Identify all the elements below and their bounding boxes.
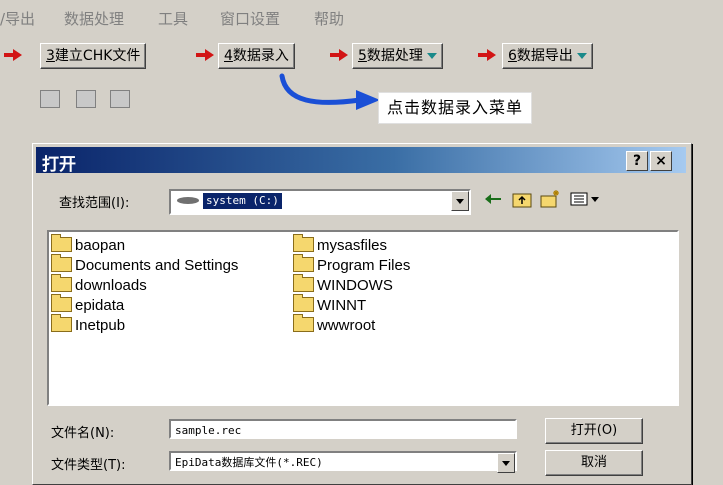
arrow-right-icon: [478, 49, 496, 61]
look-in-select[interactable]: system (C:): [169, 189, 471, 215]
dialog-title-bar[interactable]: 打开 ? ×: [36, 147, 686, 175]
folder-icon: [293, 234, 314, 252]
list-item[interactable]: Documents and Settings: [51, 254, 239, 276]
cancel-button[interactable]: 取消: [545, 450, 643, 476]
drive-icon: [177, 197, 199, 204]
list-item[interactable]: wwwroot: [293, 314, 376, 336]
button-number: 6: [508, 48, 517, 64]
view-menu-icon[interactable]: [569, 189, 603, 209]
instruction-callout: 点击数据录入菜单: [378, 92, 533, 124]
folder-icon: [293, 254, 314, 272]
filename-input[interactable]: sample.rec: [169, 419, 517, 439]
open-file-dialog: 打开 ? × 查找范围(I): system (C:) baopan Docum…: [32, 143, 692, 485]
table-icon[interactable]: [40, 90, 60, 108]
back-arrow-icon[interactable]: [483, 189, 505, 209]
folder-icon: [293, 314, 314, 332]
folder-icon: [51, 274, 72, 292]
new-folder-icon[interactable]: [539, 189, 561, 209]
close-button[interactable]: ×: [650, 151, 672, 171]
file-name: downloads: [75, 277, 147, 294]
file-name: Documents and Settings: [75, 257, 239, 274]
button-label: 数据处理: [366, 48, 423, 64]
list-item[interactable]: WINNT: [293, 294, 367, 316]
menu-import-export[interactable]: /导出: [0, 8, 35, 29]
filename-label: 文件名(N):: [51, 426, 115, 441]
tool-icon[interactable]: [110, 90, 130, 108]
list-item[interactable]: mysasfiles: [293, 234, 388, 256]
dropdown-caret-icon: [576, 53, 587, 59]
menu-bar: /导出 数据处理 工具 窗口设置 帮助: [0, 0, 723, 34]
pointer-arrow-icon: [279, 73, 380, 110]
file-name: epidata: [75, 297, 125, 314]
arrow-right-icon: [4, 49, 22, 61]
file-name: wwwroot: [317, 317, 376, 334]
folder-icon: [51, 234, 72, 252]
list-item[interactable]: WINDOWS: [293, 274, 393, 296]
button-number: 4: [224, 48, 233, 64]
arrow-right-icon: [330, 49, 348, 61]
chevron-down-icon[interactable]: [497, 453, 515, 473]
dropdown-caret-icon: [426, 53, 437, 59]
folder-icon: [51, 294, 72, 312]
look-in-value: system (C:): [203, 193, 282, 209]
open-button[interactable]: 打开(O): [545, 418, 643, 444]
menu-data-processing[interactable]: 数据处理: [64, 8, 124, 29]
file-list[interactable]: baopan Documents and Settings downloads …: [47, 230, 679, 406]
button-number: 5: [358, 48, 367, 64]
menu-window-settings[interactable]: 窗口设置: [220, 8, 280, 29]
folder-icon: [293, 294, 314, 312]
dialog-title: 打开: [42, 155, 76, 175]
up-folder-icon[interactable]: [511, 189, 533, 209]
button-label: 建立CHK文件: [54, 48, 141, 64]
button-label: 数据录入: [232, 48, 289, 64]
file-name: Inetpub: [75, 317, 126, 334]
help-button[interactable]: ?: [626, 151, 648, 171]
arrow-right-icon: [196, 49, 214, 61]
folder-icon: [51, 314, 72, 332]
file-name: Program Files: [317, 257, 411, 274]
filetype-value: EpiData数据库文件(*.REC): [175, 456, 323, 469]
button-label: 数据导出: [516, 48, 573, 64]
list-item[interactable]: Inetpub: [51, 314, 126, 336]
file-name: mysasfiles: [317, 237, 388, 254]
button-number: 3: [46, 48, 55, 64]
file-name: WINDOWS: [317, 277, 393, 294]
toolbar-button-data-processing[interactable]: 5数据处理: [352, 43, 443, 69]
list-item[interactable]: baopan: [51, 234, 126, 256]
filetype-label: 文件类型(T):: [51, 458, 126, 473]
filetype-select[interactable]: EpiData数据库文件(*.REC): [169, 451, 517, 473]
list-item[interactable]: downloads: [51, 274, 147, 296]
form-icon[interactable]: [76, 90, 96, 108]
list-item[interactable]: epidata: [51, 294, 125, 316]
menu-help[interactable]: 帮助: [314, 8, 344, 29]
file-name: baopan: [75, 237, 126, 254]
folder-icon: [293, 274, 314, 292]
chevron-down-icon[interactable]: [451, 191, 469, 211]
list-item[interactable]: Program Files: [293, 254, 411, 276]
toolbar-button-data-entry[interactable]: 4数据录入: [218, 43, 295, 69]
toolbar-button-data-export[interactable]: 6数据导出: [502, 43, 593, 69]
menu-tools[interactable]: 工具: [158, 8, 188, 29]
look-in-label: 查找范围(I):: [59, 196, 130, 211]
toolbar-button-build-chk[interactable]: 3建立CHK文件: [40, 43, 147, 69]
folder-icon: [51, 254, 72, 272]
file-name: WINNT: [317, 297, 367, 314]
